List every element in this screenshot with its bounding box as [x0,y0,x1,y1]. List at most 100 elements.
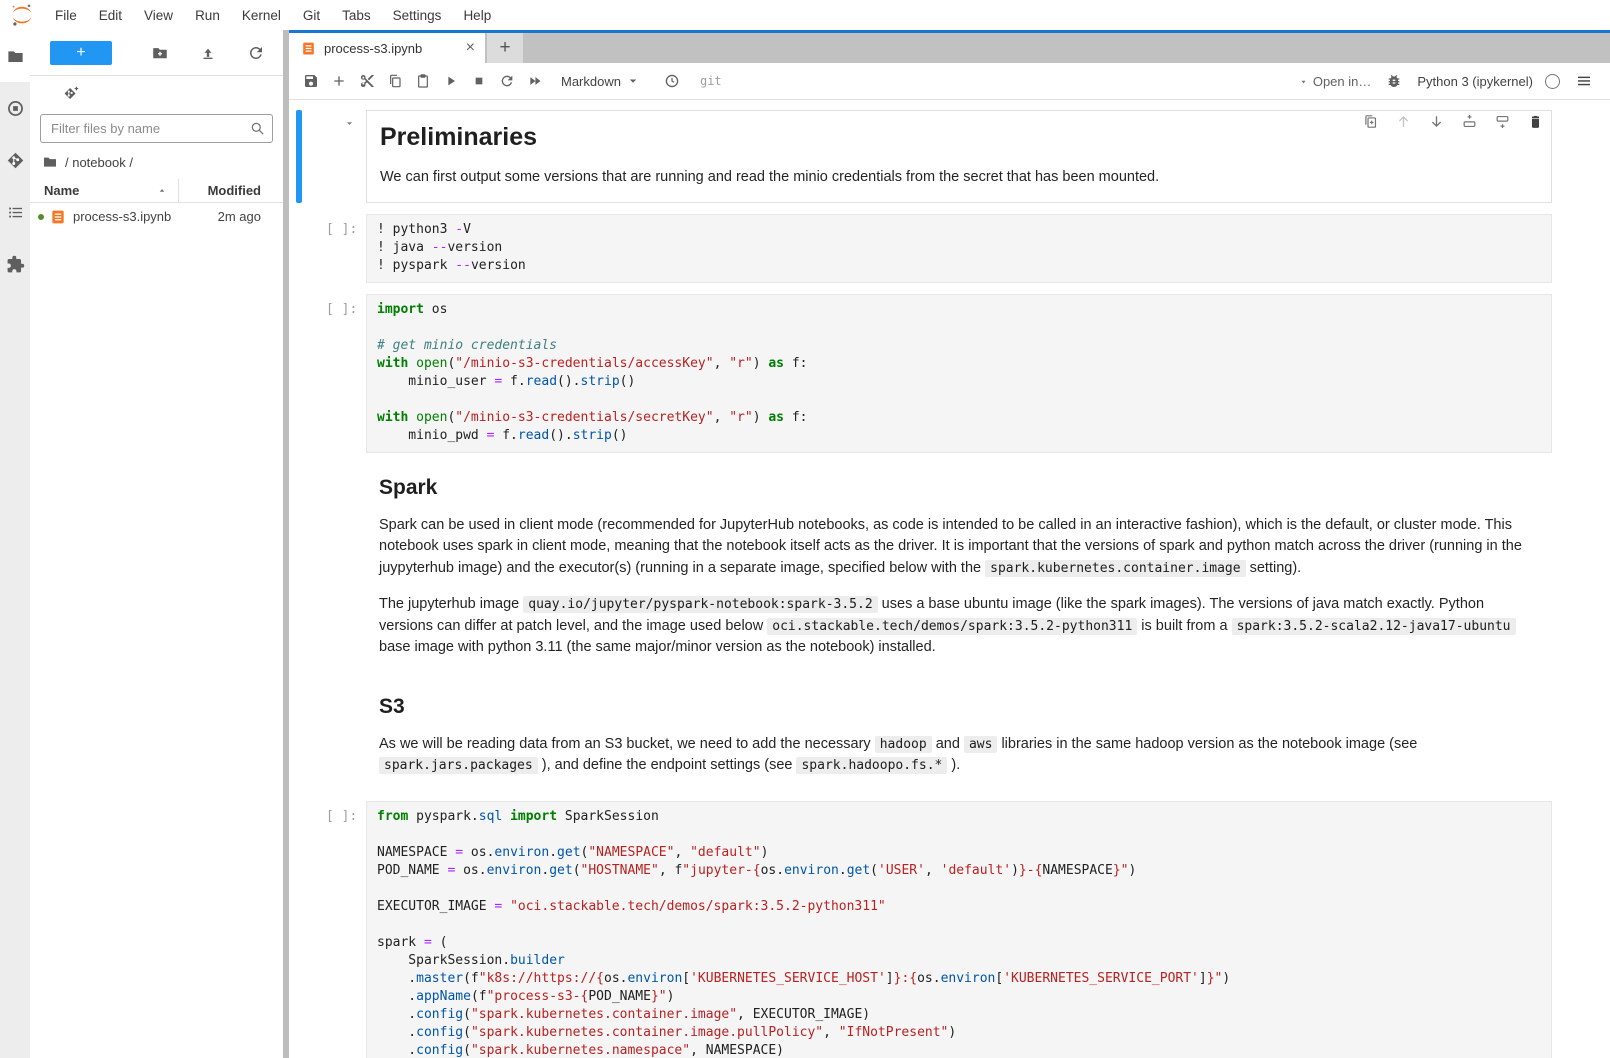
column-header-name[interactable]: Name [30,179,179,202]
menu-item-file[interactable]: File [44,0,88,30]
new-folder-button[interactable] [149,42,171,64]
folder-plus-icon [151,44,169,62]
markdown-paragraph: As we will be reading data from an S3 bu… [379,734,1539,777]
notebook-cell-code[interactable]: [ ]:from pyspark.sql import SparkSession… [296,801,1610,1058]
insert-cell-button[interactable] [325,67,353,95]
copy-icon [387,73,403,89]
folder-icon [42,154,58,170]
menu-item-help[interactable]: Help [452,0,502,30]
inline-code: aws [964,736,997,753]
menu-item-git[interactable]: Git [292,0,331,30]
tab-close-icon[interactable]: × [466,40,475,56]
git-plus-icon [63,85,80,102]
cell-toolbar [1362,113,1544,130]
code-editor[interactable]: import os # get minio credentialswith op… [366,294,1552,453]
git-icon [6,151,25,170]
move-down-icon [1428,113,1445,130]
debugger-bug-button[interactable] [1383,67,1405,95]
menu-item-edit[interactable]: Edit [88,0,133,30]
menu-item-kernel[interactable]: Kernel [231,0,292,30]
add-icon [331,73,347,89]
cut-cells-button[interactable] [353,67,381,95]
kernel-name-button[interactable]: Python 3 (ipykernel) [1417,74,1533,89]
upload-button[interactable] [197,42,219,64]
sidebar-tab-extensions[interactable] [0,238,30,290]
run-cell-button[interactable] [437,67,465,95]
sidebar-tab-file-browser[interactable] [0,30,30,82]
markdown-rendered[interactable]: PreliminariesWe can first output some ve… [366,110,1552,203]
notebook-cell-code[interactable]: [ ]:! python3 -V! java --version! pyspar… [296,214,1610,283]
markdown-paragraph: Spark can be used in client mode (recomm… [379,515,1539,580]
notebook-cell-markdown[interactable]: S3 As we will be reading data from an S3 … [296,683,1610,790]
delete-cell-button[interactable] [1527,113,1544,130]
restart-icon [499,73,515,89]
jupyterlab-window: FileEditViewRunKernelGitTabsSettingsHelp… [0,0,1610,1058]
folder-icon[interactable] [42,154,58,170]
paste-icon [415,73,431,89]
git-clone-button[interactable] [60,82,82,104]
save-button[interactable] [297,67,325,95]
breadcrumb-path[interactable]: / notebook / [65,155,133,170]
notebook-cell-markdown[interactable]: SparkSpark can be used in client mode (r… [296,464,1610,672]
code-editor[interactable]: from pyspark.sql import SparkSession NAM… [366,801,1552,1058]
paste-cells-button[interactable] [409,67,437,95]
search-icon [249,120,266,137]
sidebar-tab-running-sessions[interactable] [0,82,30,134]
document-tab[interactable]: process-s3.ipynb× [289,33,485,63]
sort-ascending-icon [156,185,168,197]
move-cell-down-button[interactable] [1428,113,1445,130]
toolbar-menu-button[interactable] [1572,67,1596,95]
file-item[interactable]: process-s3.ipynb2m ago [30,203,283,230]
sidebar-tab-table-of-contents[interactable] [0,186,30,238]
notebook-toolbar: MarkdowngitOpen in…Python 3 (ipykernel) [289,63,1610,100]
menu-item-tabs[interactable]: Tabs [331,0,382,30]
markdown-rendered[interactable]: SparkSpark can be used in client mode (r… [366,464,1552,672]
column-header-modified[interactable]: Modified [179,183,283,198]
insert-cell-below-button[interactable] [1494,113,1511,130]
code-editor[interactable]: ! python3 -V! java --version! pyspark --… [366,214,1552,283]
folder-icon [6,47,25,66]
file-filter-input[interactable] [40,114,273,143]
notebook-cell-code[interactable]: [ ]:import os # get minio credentialswit… [296,294,1610,453]
kernel-status-icon[interactable] [1545,74,1560,89]
inline-code: quay.io/jupyter/pyspark-notebook:spark-3… [523,596,877,613]
menu-item-settings[interactable]: Settings [382,0,453,30]
clock-icon [664,73,680,89]
run-all-icon [527,73,543,89]
new-tab-button[interactable]: + [487,33,523,63]
delete-icon [1527,113,1544,130]
notebook-content: PreliminariesWe can first output some ve… [289,100,1610,1058]
heading-collapser-icon[interactable] [344,118,355,129]
new-launcher-button[interactable]: + [50,41,112,65]
cell-input-prompt: [ ]: [302,294,366,453]
markdown-heading: S3 [379,695,1539,719]
file-status-dot [38,214,44,220]
markdown-rendered[interactable]: S3 As we will be reading data from an S3 … [366,683,1552,790]
save-icon [303,73,319,89]
breadcrumb[interactable]: / notebook / [30,143,283,179]
inline-code: spark.jars.packages [379,757,538,774]
sidebar-tab-git[interactable] [0,134,30,186]
refresh-button[interactable] [245,42,267,64]
upload-icon [199,44,217,62]
cell-input-prompt: [ ]: [302,214,366,283]
open-in-dropdown[interactable]: Open in… [1298,74,1372,89]
inline-code: spark.kubernetes.container.image [985,560,1245,577]
stop-icon [471,73,487,89]
restart-run-all-button[interactable] [521,67,549,95]
menu-item-run[interactable]: Run [184,0,231,30]
copy-cells-button[interactable] [381,67,409,95]
interrupt-kernel-button[interactable] [465,67,493,95]
insert-cell-above-button[interactable] [1461,113,1478,130]
move-cell-up-button[interactable] [1395,113,1412,130]
cell-type-dropdown[interactable]: Markdown [561,74,640,89]
notebook-cell-markdown[interactable]: PreliminariesWe can first output some ve… [296,110,1610,203]
refresh-icon [247,44,265,62]
duplicate-cell-button[interactable] [1362,113,1379,130]
menu-item-view[interactable]: View [133,0,184,30]
bug-icon [1386,73,1402,89]
restart-kernel-button[interactable] [493,67,521,95]
file-list: process-s3.ipynb2m ago [30,203,283,230]
inline-code: spark.hadoopo.fs.* [796,757,947,774]
execution-time-button[interactable] [658,67,686,95]
